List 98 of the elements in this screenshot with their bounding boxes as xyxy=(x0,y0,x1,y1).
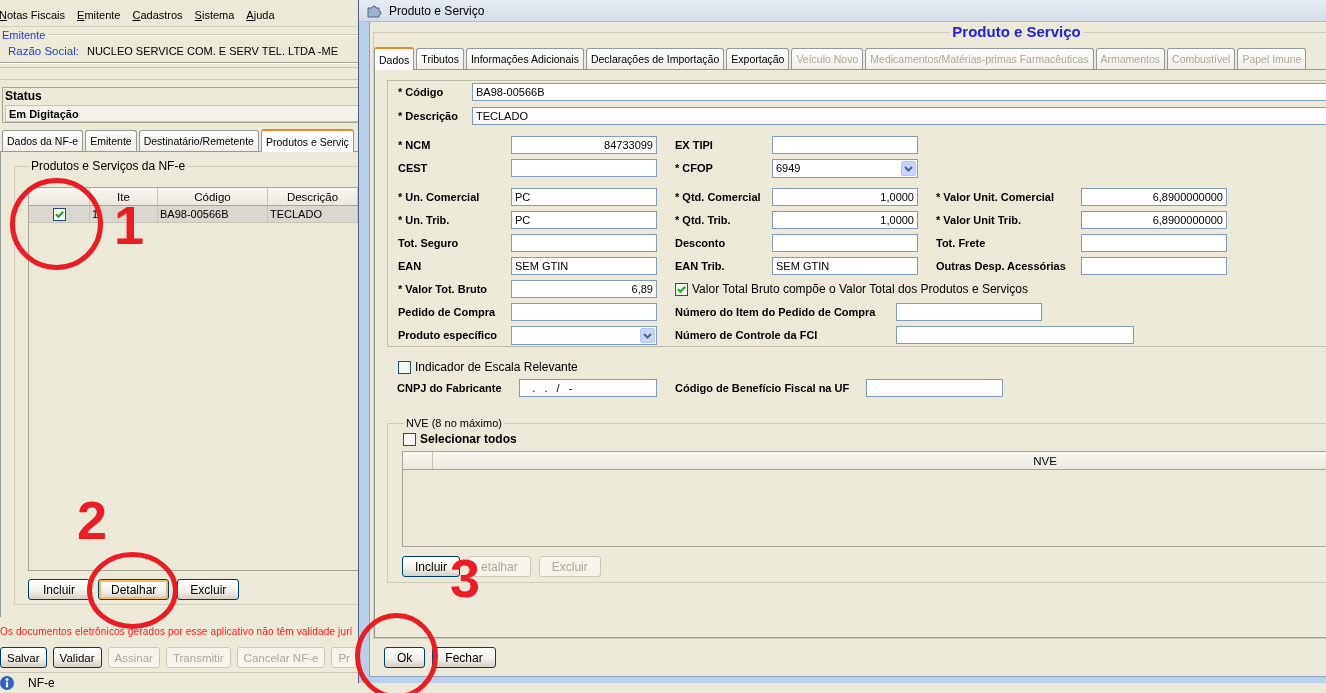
tab[interactable]: Produtos e Serviç xyxy=(260,129,354,152)
menu-item[interactable]: Emitente xyxy=(77,7,121,22)
tab[interactable]: Emitente xyxy=(85,130,137,151)
status-label: Status xyxy=(5,89,42,103)
input-field[interactable]: PC xyxy=(511,188,657,206)
field-label: CEST xyxy=(398,162,429,174)
status-value: Em Digitação xyxy=(5,105,358,122)
group-legend: Emitente xyxy=(2,28,49,42)
input-field[interactable] xyxy=(511,234,657,252)
step-number: 2 xyxy=(77,499,108,541)
field-label: * CFOP xyxy=(675,162,714,174)
input-field[interactable]: SEM GTIN xyxy=(772,257,918,275)
dropdown[interactable] xyxy=(511,325,657,345)
input-field[interactable] xyxy=(511,303,657,321)
action-button[interactable]: Validar xyxy=(52,647,102,668)
tab[interactable]: Exportação xyxy=(726,48,790,69)
checkbox[interactable] xyxy=(398,360,411,374)
input-field[interactable]: BA98-00566B xyxy=(472,83,1326,101)
tab[interactable]: Tributos xyxy=(416,48,464,69)
field-label: * Qtd. Trib. xyxy=(675,214,732,226)
input-field[interactable]: 1,0000 xyxy=(772,188,918,206)
input-field[interactable]: 84733099 xyxy=(511,136,657,154)
chevron-down-icon[interactable] xyxy=(640,327,655,343)
column-header: NVE xyxy=(433,452,1326,469)
input-field[interactable] xyxy=(866,379,1003,397)
checkbox[interactable] xyxy=(403,432,416,446)
action-button[interactable]: Salvar xyxy=(0,647,47,668)
tab[interactable]: Destinatário/Remetente xyxy=(138,130,259,151)
field-label: EX TIPI xyxy=(675,139,714,151)
field-label: * Qtd. Comercial xyxy=(675,191,762,203)
field-label: CNPJ do Fabricante xyxy=(397,382,503,394)
input-field[interactable]: SEM GTIN xyxy=(511,257,657,275)
checkbox[interactable] xyxy=(675,282,688,296)
action-button[interactable]: Incluir xyxy=(28,579,90,600)
dropdown[interactable]: 6949 xyxy=(772,158,918,178)
field-label: Produto específico xyxy=(398,329,499,341)
field-label: EAN xyxy=(398,260,423,272)
field-label: * Descrição xyxy=(398,110,459,122)
input-field[interactable] xyxy=(772,136,918,154)
chevron-down-icon[interactable] xyxy=(901,160,916,176)
field-label: Pedido de Compra xyxy=(398,306,497,318)
column-header: Código xyxy=(158,188,268,205)
input-field[interactable] xyxy=(896,326,1134,344)
checkbox-label: Selecionar todos xyxy=(420,432,517,446)
field-label: Razão Social: xyxy=(8,45,79,57)
field-label: * Un. Trib. xyxy=(398,214,451,226)
field-label: * Valor Tot. Bruto xyxy=(398,283,489,295)
group-legend: NVE (8 no máximo) xyxy=(404,417,504,429)
field-label: * Valor Unit Trib. xyxy=(936,214,1022,226)
action-button[interactable]: Detalhar xyxy=(98,579,170,600)
checkbox-label: Indicador de Escala Relevante xyxy=(415,360,578,374)
warning-text: Os documentos eletrônicos gerados por esse aplicativo não têm validade jurí xyxy=(0,625,353,638)
checkbox-label: Valor Total Bruto compõe o Valor Total dos Produtos e Serviços xyxy=(692,282,1028,296)
action-button[interactable]: Excluir xyxy=(177,579,240,600)
status-text: NF-e xyxy=(28,676,55,690)
field-label: * Un. Comercial xyxy=(398,191,481,203)
menu-item[interactable]: Cadastros xyxy=(132,7,183,22)
field-label: Desconto xyxy=(675,237,727,249)
tab[interactable]: Dados da NF-e xyxy=(2,130,84,151)
field-value: NUCLEO SERVICE COM. E SERV TEL. LTDA -ME xyxy=(86,45,338,57)
dialog-button[interactable]: Ok xyxy=(384,647,426,668)
checkbox[interactable] xyxy=(52,207,66,221)
input-field[interactable]: 6,8900000000 xyxy=(1081,211,1227,229)
field-label: * Código xyxy=(398,86,445,98)
field-label: EAN Trib. xyxy=(675,260,726,272)
input-field[interactable] xyxy=(772,234,918,252)
menu-item[interactable]: Sistema xyxy=(194,7,235,22)
field-label: Número de Controle da FCI xyxy=(675,329,819,341)
panel-title: Produto e Serviço xyxy=(951,23,1082,41)
input-field[interactable]: 6,89 xyxy=(511,280,657,298)
puzzle-icon xyxy=(367,3,382,18)
tab[interactable]: Declarações de Importação xyxy=(585,48,725,69)
field-label: Número do Item do Pedido de Compra xyxy=(675,306,877,318)
menu-item[interactable]: Ajuda xyxy=(246,7,275,22)
input-field[interactable] xyxy=(1081,234,1227,252)
input-field[interactable] xyxy=(1081,257,1227,275)
field-label: Código de Benefício Fiscal na UF xyxy=(675,382,851,394)
field-label: * NCM xyxy=(398,139,432,151)
input-field[interactable] xyxy=(511,159,657,177)
field-label: Tot. Seguro xyxy=(398,237,460,249)
column-header: Ite xyxy=(90,188,158,205)
menu-item[interactable]: Notas Fiscais xyxy=(0,7,66,22)
input-field[interactable]: PC xyxy=(511,211,657,229)
group-legend: Produtos e Serviços da NF-e xyxy=(29,160,188,173)
input-field[interactable]: 6,8900000000 xyxy=(1081,188,1227,206)
field-label: Outras Desp. Acessórias xyxy=(936,260,1067,272)
table-cell: BA98-00566B xyxy=(158,206,268,222)
input-field[interactable]: TECLADO xyxy=(472,107,1326,125)
info-icon xyxy=(0,676,14,690)
input-field[interactable] xyxy=(896,303,1042,321)
input-field[interactable]: 1,0000 xyxy=(772,211,918,229)
field-label: * Valor Unit. Comercial xyxy=(936,191,1055,203)
tab[interactable]: Informações Adicionais xyxy=(465,48,584,69)
dialog-button[interactable]: Fechar xyxy=(432,647,496,668)
input-field[interactable]: . . / - xyxy=(519,379,657,397)
window-title: Produto e Serviço xyxy=(389,3,485,18)
field-label: Tot. Frete xyxy=(936,237,987,249)
tab[interactable]: Dados xyxy=(374,47,415,70)
